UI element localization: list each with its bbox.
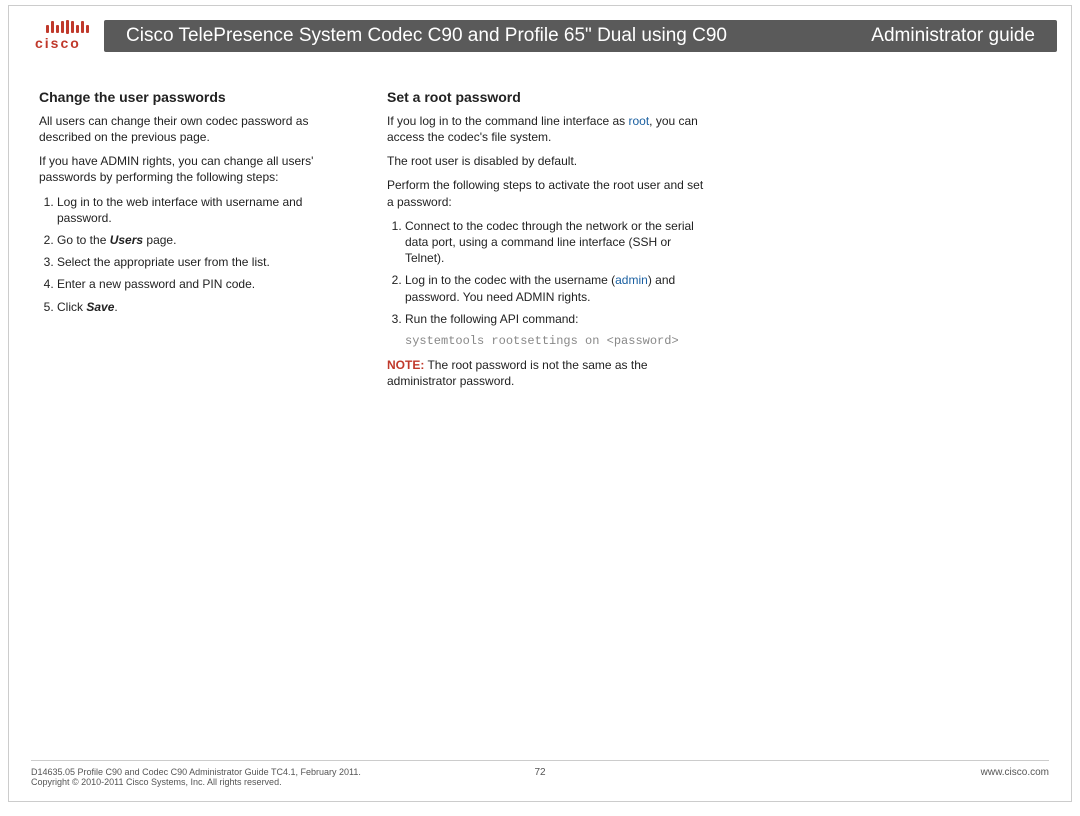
- list-item: Log in to the web interface with usernam…: [57, 194, 357, 226]
- header-band: Cisco TelePresence System Codec C90 and …: [104, 20, 1057, 52]
- doc-subtitle: Administrator guide: [871, 25, 1035, 47]
- list-item: Select the appropriate user from the lis…: [57, 254, 357, 270]
- root-link[interactable]: root: [628, 114, 649, 128]
- right-steps: Connect to the codec through the network…: [387, 218, 705, 327]
- list-item: Enter a new password and PIN code.: [57, 276, 357, 292]
- content-area: Change the user passwords All users can …: [9, 52, 1071, 398]
- admin-link[interactable]: admin: [615, 273, 648, 287]
- left-heading: Change the user passwords: [39, 88, 357, 107]
- brand-text: cisco: [35, 35, 81, 51]
- footer-url[interactable]: www.cisco.com: [981, 767, 1049, 778]
- left-steps: Log in to the web interface with usernam…: [39, 194, 357, 315]
- left-column: Change the user passwords All users can …: [39, 88, 357, 398]
- list-item: Go to the Users page.: [57, 232, 357, 248]
- api-command: systemtools rootsettings on <password>: [405, 333, 705, 349]
- note-label: NOTE:: [387, 358, 424, 372]
- left-p2: If you have ADMIN rights, you can change…: [39, 153, 357, 185]
- list-item: Connect to the codec through the network…: [405, 218, 705, 267]
- footer-left: D14635.05 Profile C90 and Codec C90 Admi…: [31, 767, 361, 787]
- page-number: 72: [534, 767, 545, 778]
- list-item: Click Save.: [57, 299, 357, 315]
- right-p2: The root user is disabled by default.: [387, 153, 705, 169]
- list-item: Log in to the codec with the username (a…: [405, 272, 705, 304]
- right-p3: Perform the following steps to activate …: [387, 177, 705, 209]
- cisco-logo: cisco: [35, 20, 99, 50]
- right-p1: If you log in to the command line interf…: [387, 113, 705, 145]
- note: NOTE: The root password is not the same …: [387, 357, 705, 389]
- list-item: Run the following API command:: [405, 311, 705, 327]
- doc-title: Cisco TelePresence System Codec C90 and …: [126, 25, 727, 47]
- right-column: Set a root password If you log in to the…: [387, 88, 705, 398]
- right-heading: Set a root password: [387, 88, 705, 107]
- footer: D14635.05 Profile C90 and Codec C90 Admi…: [31, 760, 1049, 787]
- left-p1: All users can change their own codec pas…: [39, 113, 357, 145]
- document-page: cisco Cisco TelePresence System Codec C9…: [8, 5, 1072, 802]
